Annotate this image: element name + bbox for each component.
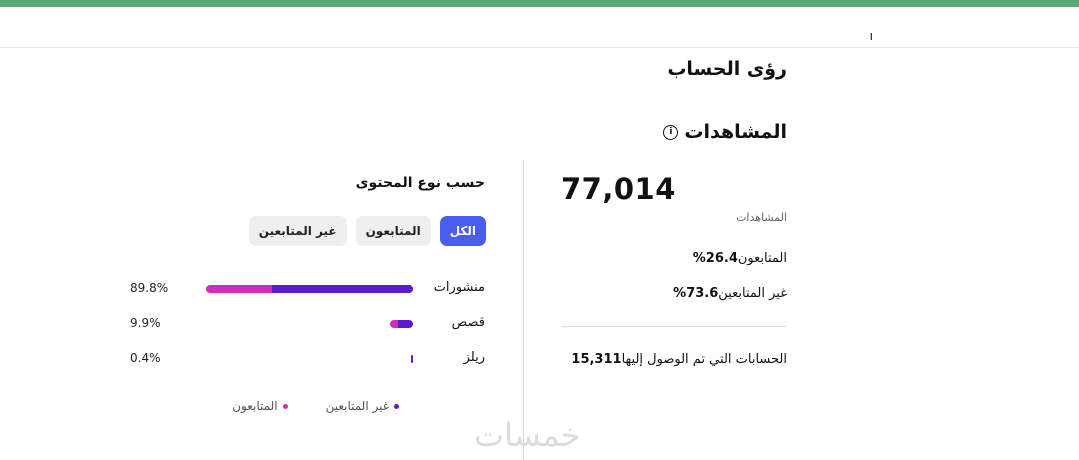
followers-share-line: المتابعون26.4% bbox=[693, 251, 787, 266]
views-total-label: المشاهدات bbox=[736, 211, 787, 224]
bar-nonfollowers-segment bbox=[398, 320, 413, 328]
content-row-reels: ريلز 0.4% bbox=[0, 349, 1079, 369]
views-heading: المشاهدات i bbox=[663, 121, 787, 143]
column-divider bbox=[523, 160, 524, 460]
content-row-label: قصص bbox=[451, 315, 485, 330]
content-row-bar bbox=[390, 320, 413, 328]
content-row-pct: 9.9% bbox=[130, 316, 161, 330]
bar-nonfollowers-segment bbox=[272, 285, 413, 293]
legend-nonfollowers: غير المتابعين bbox=[326, 399, 399, 413]
legend-followers: المتابعون bbox=[232, 399, 288, 413]
info-circle-icon[interactable]: i bbox=[663, 124, 679, 140]
views-total: 77,014 bbox=[561, 172, 676, 206]
content-row-posts: منشورات 89.8% bbox=[0, 279, 1079, 299]
views-heading-label: المشاهدات bbox=[684, 121, 787, 143]
legend-nonfollowers-label: غير المتابعين bbox=[325, 399, 389, 413]
bar-followers-segment bbox=[390, 320, 398, 328]
watermark-logo: خمسات bbox=[474, 416, 581, 454]
bar-followers-segment bbox=[206, 285, 272, 293]
content-row-pct: 89.8% bbox=[130, 281, 169, 295]
filter-nonfollowers-button[interactable]: غير المتابعين bbox=[248, 216, 347, 246]
followers-label: المتابعون bbox=[737, 251, 787, 266]
audience-filter-tabs: الكل المتابعون غير المتابعين bbox=[248, 216, 486, 246]
legend-nonfollowers-dot-icon bbox=[394, 403, 399, 409]
header-divider bbox=[0, 47, 1079, 48]
legend-followers-label: المتابعون bbox=[232, 399, 278, 413]
content-row-label: منشورات bbox=[433, 280, 485, 295]
followers-pct: 26.4% bbox=[692, 251, 738, 266]
bar-nonfollowers-segment bbox=[411, 355, 413, 363]
content-row-bar bbox=[206, 285, 413, 293]
content-row-pct: 0.4% bbox=[130, 351, 161, 365]
page-title: رؤى الحساب bbox=[667, 58, 787, 80]
content-row-bar bbox=[411, 355, 413, 363]
legend-followers-dot-icon bbox=[282, 403, 288, 409]
bar-legend: المتابعون غير المتابعين bbox=[232, 399, 399, 413]
filter-all-button[interactable]: الكل bbox=[439, 216, 486, 246]
content-type-title: حسب نوع المحتوى bbox=[355, 175, 485, 191]
filter-followers-button[interactable]: المتابعون bbox=[355, 216, 431, 246]
content-row-label: ريلز bbox=[463, 350, 485, 365]
top-accent-bar bbox=[0, 0, 1079, 7]
header-cut-text: ـ ـ ا bbox=[869, 32, 890, 40]
content-row-stories: قصص 9.9% bbox=[0, 314, 1079, 334]
